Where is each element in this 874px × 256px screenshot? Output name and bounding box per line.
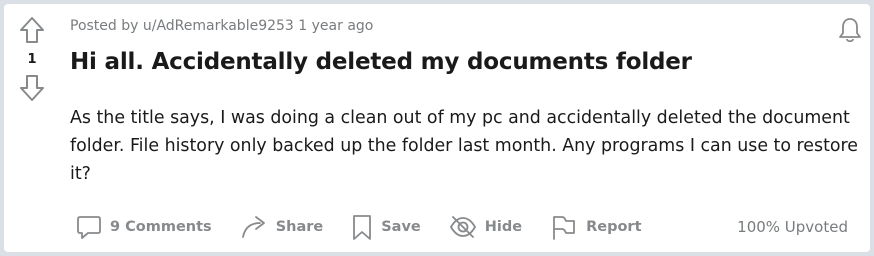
- vote-column: 1: [16, 14, 48, 104]
- post-meta: Posted by u/AdRemarkable9253 1 year ago: [70, 18, 373, 34]
- post-actions: 9 Comments Share Save Hide Report: [70, 211, 664, 243]
- eye-slash-icon: [449, 213, 477, 241]
- post-body: As the title says, I was doing a clean o…: [70, 108, 858, 184]
- post-title[interactable]: Hi all. Accidentally deleted my document…: [70, 49, 692, 75]
- notification-button[interactable]: [836, 16, 864, 44]
- meta-prefix: Posted by: [70, 18, 143, 34]
- report-label: Report: [586, 219, 642, 235]
- arrow-up-icon: [20, 17, 44, 43]
- hide-label: Hide: [484, 219, 523, 235]
- post-time: 1 year ago: [298, 18, 374, 34]
- share-button[interactable]: Share: [234, 211, 330, 243]
- share-arrow-icon: [240, 213, 268, 241]
- comments-button[interactable]: 9 Comments: [70, 211, 218, 243]
- report-button[interactable]: Report: [544, 211, 647, 243]
- bookmark-icon: [351, 213, 373, 241]
- share-label: Share: [275, 219, 324, 235]
- author-link[interactable]: u/AdRemarkable9253: [143, 18, 294, 34]
- bell-icon: [839, 18, 861, 43]
- upvote-button[interactable]: [16, 14, 48, 46]
- comments-label: 9 Comments: [110, 219, 212, 235]
- hide-button[interactable]: Hide: [443, 211, 528, 243]
- flag-icon: [550, 213, 578, 241]
- save-label: Save: [381, 219, 421, 235]
- downvote-button[interactable]: [16, 72, 48, 104]
- save-button[interactable]: Save: [345, 211, 427, 243]
- arrow-down-icon: [20, 75, 44, 101]
- comment-bubble-icon: [76, 213, 102, 241]
- upvote-ratio: 100% Upvoted: [737, 218, 848, 236]
- post-card: 1 Posted by u/AdRemarkable9253 1 year ag…: [4, 4, 870, 252]
- vote-count: 1: [27, 52, 37, 67]
